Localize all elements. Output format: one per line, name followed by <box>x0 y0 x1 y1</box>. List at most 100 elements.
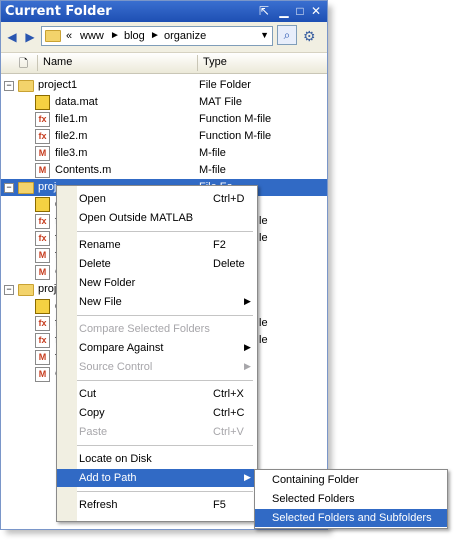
menu-item-label: Delete <box>79 258 111 270</box>
menu-item-shortcut: F5 <box>213 499 226 511</box>
tree-item-name: proj <box>38 181 57 193</box>
column-divider[interactable] <box>37 55 38 71</box>
tree-item-type: le <box>259 232 268 244</box>
tree-item-type: le <box>259 317 268 329</box>
undock-icon[interactable]: ⇱ <box>257 4 271 18</box>
collapse-icon[interactable]: − <box>4 81 14 91</box>
breadcrumb-www[interactable]: www <box>80 30 104 42</box>
menu-item-label: Copy <box>79 407 105 419</box>
tree-row[interactable]: fx file2.m Function M-file <box>1 128 327 145</box>
menu-separator <box>77 231 253 232</box>
collapse-icon[interactable]: − <box>4 183 14 193</box>
menu-separator <box>77 380 253 381</box>
menu-item-label: Add to Path <box>79 472 137 484</box>
tree-item-type: M-file <box>199 147 226 159</box>
collapse-icon[interactable]: − <box>4 285 14 295</box>
breadcrumb-organize[interactable]: organize <box>164 30 206 42</box>
menu-item-new-file[interactable]: New File ▶ <box>57 293 257 311</box>
m-file-icon: M <box>35 265 50 280</box>
function-file-icon: fx <box>35 112 50 127</box>
submenu-item-label: Selected Folders and Subfolders <box>272 512 432 524</box>
column-divider[interactable] <box>197 55 198 71</box>
tree-row[interactable]: fx file1.m Function M-file <box>1 111 327 128</box>
menu-item-shortcut: Ctrl+D <box>213 193 245 205</box>
menu-item-compare-selected-folders[interactable]: Compare Selected Folders <box>57 320 257 338</box>
folder-icon <box>18 284 34 296</box>
breadcrumb-blog[interactable]: blog <box>124 30 145 42</box>
search-icon: ⌕ <box>283 28 291 42</box>
search-button[interactable]: ⌕ <box>277 25 297 45</box>
gear-icon[interactable]: ⚙ <box>303 28 316 45</box>
menu-item-label: Cut <box>79 388 97 400</box>
close-icon[interactable]: ✕ <box>309 4 323 18</box>
tree-row[interactable]: data.mat MAT File <box>1 94 327 111</box>
tree-item-type: le <box>259 215 268 227</box>
tree-row[interactable]: M Contents.m M-file <box>1 162 327 179</box>
menu-item-new-folder[interactable]: New Folder <box>57 274 257 292</box>
tree-item-name: file3.m <box>55 147 88 159</box>
function-file-icon: fx <box>35 231 50 246</box>
tree-item-name: project1 <box>38 79 78 91</box>
column-header-name[interactable]: Name <box>43 56 72 68</box>
forward-arrow-icon[interactable]: ▶ <box>23 30 37 44</box>
menu-item-open-outside-matlab[interactable]: Open Outside MATLAB <box>57 209 257 227</box>
tree-row[interactable]: Mfile3.m M-file <box>1 145 327 162</box>
menu-separator <box>77 445 253 446</box>
mat-file-icon <box>35 197 50 212</box>
menu-item-shortcut: Delete <box>213 258 245 270</box>
folder-icon <box>45 30 61 42</box>
tree-item-name: Contents.m <box>55 164 112 176</box>
menu-item-shortcut: Ctrl+X <box>213 388 244 400</box>
menu-separator <box>77 491 253 492</box>
mat-file-icon <box>35 299 50 314</box>
function-file-icon: fx <box>35 214 50 229</box>
menu-item-source-control[interactable]: Source Control ▶ <box>57 358 257 376</box>
function-file-icon: fx <box>35 316 50 331</box>
menu-item-open[interactable]: Open Ctrl+D <box>57 190 257 208</box>
address-toolbar: ◀ ▶ « www ► blog ► organize ▼ ⌕ ⚙ <box>1 22 327 53</box>
menu-item-shortcut: Ctrl+V <box>213 426 244 438</box>
breadcrumb-separator-icon[interactable]: ► <box>150 30 160 41</box>
address-bar[interactable]: « www ► blog ► organize ▼ <box>41 26 273 46</box>
menu-item-copy[interactable]: Copy Ctrl+C <box>57 404 257 422</box>
breadcrumb-separator-icon[interactable]: ► <box>110 30 120 41</box>
tree-row[interactable]: − project1 File Folder <box>1 77 327 94</box>
menu-item-label: Locate on Disk <box>79 453 152 465</box>
menu-item-rename[interactable]: Rename F2 <box>57 236 257 254</box>
breadcrumb-overflow[interactable]: « <box>66 30 72 42</box>
menu-item-paste[interactable]: Paste Ctrl+V <box>57 423 257 441</box>
menu-item-cut[interactable]: Cut Ctrl+X <box>57 385 257 403</box>
title-bar: Current Folder ⇱ ▁ □ ✕ <box>1 1 327 22</box>
menu-item-shortcut: F2 <box>213 239 226 251</box>
menu-item-label: Open <box>79 193 106 205</box>
submenu-arrow-icon: ▶ <box>244 472 251 482</box>
submenu-item-selected-folders-and-subfolders[interactable]: Selected Folders and Subfolders <box>255 509 447 527</box>
menu-item-locate-on-disk[interactable]: Locate on Disk <box>57 450 257 468</box>
function-file-icon: fx <box>35 129 50 144</box>
menu-item-add-to-path[interactable]: Add to Path ▶ <box>57 469 257 487</box>
folder-icon <box>18 182 34 194</box>
m-file-icon: M <box>35 248 50 263</box>
menu-item-delete[interactable]: Delete Delete <box>57 255 257 273</box>
m-file-icon: M <box>35 163 50 178</box>
tree-item-type: Function M-file <box>199 113 272 125</box>
submenu-item-containing-folder[interactable]: Containing Folder <box>255 471 447 489</box>
tree-item-type: MAT File <box>199 96 242 108</box>
chevron-down-icon[interactable]: ▼ <box>260 30 269 40</box>
m-file-icon: M <box>35 367 50 382</box>
menu-item-refresh[interactable]: Refresh F5 <box>57 496 257 514</box>
tree-item-name: proj <box>38 283 57 295</box>
column-header-type[interactable]: Type <box>203 56 227 68</box>
maximize-icon[interactable]: □ <box>293 4 307 18</box>
tree-item-name: data.mat <box>55 96 98 108</box>
submenu-item-selected-folders[interactable]: Selected Folders <box>255 490 447 508</box>
folder-icon <box>18 80 34 92</box>
tree-item-name: file2.m <box>55 130 88 142</box>
minimize-icon[interactable]: ▁ <box>277 4 291 18</box>
menu-item-compare-against[interactable]: Compare Against ▶ <box>57 339 257 357</box>
menu-item-label: New Folder <box>79 277 136 289</box>
back-arrow-icon[interactable]: ◀ <box>5 30 19 44</box>
m-file-icon: M <box>35 350 50 365</box>
tree-item-type: Function M-file <box>199 130 272 142</box>
m-file-icon: M <box>35 146 50 161</box>
